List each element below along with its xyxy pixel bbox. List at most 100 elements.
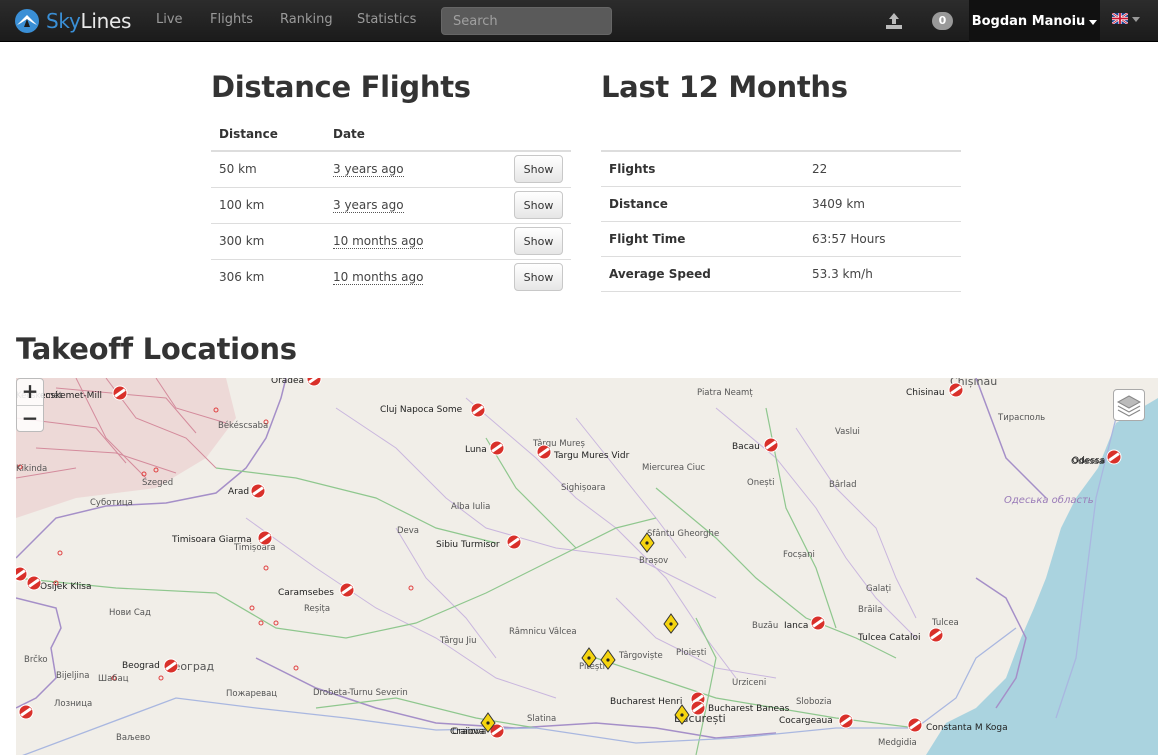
place-label: Tulcea bbox=[931, 618, 959, 628]
airport-label: Luna bbox=[465, 445, 487, 455]
date-cell: 10 months ago bbox=[325, 258, 474, 295]
notification-badge[interactable]: 0 bbox=[932, 12, 953, 30]
date-text: 3 years ago bbox=[333, 198, 404, 213]
place-label: Bârlad bbox=[829, 480, 857, 490]
search-input[interactable] bbox=[441, 7, 612, 35]
zoom-out-button[interactable]: − bbox=[17, 405, 43, 431]
place-label: Тирасполь bbox=[997, 413, 1045, 423]
stat-value: 63:57 Hours bbox=[804, 221, 961, 257]
date-cell: 3 years ago bbox=[325, 186, 474, 223]
action-cell: Show bbox=[473, 186, 571, 223]
zoom-in-button[interactable]: + bbox=[17, 379, 43, 405]
uk-flag-icon bbox=[1112, 13, 1128, 24]
place-label: Ploiești bbox=[676, 648, 706, 658]
place-label: Urziceni bbox=[732, 678, 766, 688]
glider-logo-icon bbox=[15, 9, 39, 33]
airport-label: Osijek Klisa bbox=[40, 582, 92, 592]
distance-cell: 100 km bbox=[211, 186, 325, 223]
place-label: Шабац bbox=[98, 674, 129, 684]
airport-label: Odessa bbox=[1072, 456, 1105, 466]
airport-label: Caramsebes bbox=[278, 588, 334, 598]
place-label: Onești bbox=[747, 478, 774, 488]
show-flight-button[interactable]: Show bbox=[514, 155, 563, 184]
airport-label: Tulcea Cataloi bbox=[857, 633, 921, 643]
table-row: 50 km 3 years ago Show bbox=[211, 151, 571, 187]
place-label: Vaslui bbox=[835, 427, 860, 437]
last-12-months-heading: Last 12 Months bbox=[601, 70, 848, 104]
chevron-down-icon bbox=[1132, 17, 1140, 22]
takeoff-marker-dot-icon bbox=[680, 713, 684, 717]
show-flight-button[interactable]: Show bbox=[514, 191, 563, 219]
stat-label: Flights bbox=[601, 150, 804, 187]
brand-name: SkyLines bbox=[46, 9, 132, 33]
stat-value: 22 bbox=[804, 150, 961, 187]
place-label: Buzău bbox=[752, 621, 778, 631]
table-row: Flight Time 63:57 Hours bbox=[601, 221, 961, 257]
layer-switcher-button[interactable] bbox=[1113, 389, 1145, 421]
show-flight-button[interactable]: Show bbox=[514, 227, 563, 255]
date-cell: 10 months ago bbox=[325, 222, 474, 259]
airport-label: Bacau bbox=[732, 442, 760, 452]
place-label: Sfântu Gheorghe bbox=[647, 529, 719, 539]
airport-label: Beograd bbox=[122, 661, 160, 671]
airport-label: Bucharest Henri bbox=[610, 697, 682, 707]
action-cell: Show bbox=[473, 151, 571, 187]
place-label: Békéscsaba bbox=[218, 420, 268, 431]
airport-label: Sibiu Turmisor bbox=[436, 540, 500, 550]
airport-label: Cluj Napoca Some bbox=[380, 405, 463, 415]
date-text: 10 months ago bbox=[333, 270, 424, 286]
place-label: Bijeljina bbox=[56, 671, 89, 681]
table-row: 100 km 3 years ago Show bbox=[211, 186, 571, 223]
place-label: Ваљево bbox=[116, 733, 150, 743]
place-label: Szeged bbox=[142, 478, 173, 488]
column-header-action bbox=[473, 117, 571, 152]
stat-value: 3409 km bbox=[804, 186, 961, 222]
takeoff-marker-dot-icon bbox=[669, 622, 673, 626]
place-label: Drobeta-Turnu Severin bbox=[313, 688, 408, 698]
place-label: Alba Iulia bbox=[451, 502, 490, 512]
place-label: Пожаревац bbox=[226, 689, 277, 699]
top-navbar: SkyLines Live Flights Ranking Statistics… bbox=[0, 0, 1158, 42]
show-flight-button[interactable]: Show bbox=[514, 263, 563, 292]
language-menu[interactable] bbox=[1112, 13, 1140, 24]
distance-flights-heading: Distance Flights bbox=[211, 70, 471, 104]
airport-label: Oradea bbox=[271, 378, 304, 386]
chevron-down-icon bbox=[1089, 19, 1098, 25]
place-label: Reșița bbox=[304, 604, 330, 614]
user-menu[interactable]: Bogdan Manoiu bbox=[969, 0, 1100, 42]
distance-cell: 300 km bbox=[211, 222, 325, 259]
sea-area bbox=[926, 398, 1158, 755]
place-label: Focșani bbox=[783, 550, 815, 560]
date-text: 10 months ago bbox=[333, 234, 424, 249]
column-header-distance: Distance bbox=[211, 117, 325, 152]
airport-label: Timisoara Giarma bbox=[171, 535, 252, 545]
takeoff-map[interactable]: Chișinău Piatra Neamț Тирасполь Târgu Mu… bbox=[16, 378, 1158, 755]
airport-label: Craiova bbox=[450, 727, 484, 737]
place-label: Kikinda bbox=[16, 464, 47, 474]
nav-ranking[interactable]: Ranking bbox=[280, 12, 333, 27]
distance-cell: 50 km bbox=[219, 162, 257, 177]
user-name: Bogdan Manoiu bbox=[971, 13, 1086, 29]
table-header-row: Distance Date bbox=[211, 117, 571, 152]
nav-live[interactable]: Live bbox=[156, 12, 183, 27]
place-label: Лозница bbox=[54, 699, 92, 709]
table-row: 306 km 10 months ago Show bbox=[211, 258, 571, 295]
brand-link[interactable]: SkyLines bbox=[14, 6, 131, 36]
place-label: Slatina bbox=[527, 714, 556, 724]
upload-icon[interactable] bbox=[884, 11, 904, 31]
column-header-date: Date bbox=[325, 117, 474, 152]
date-text: 3 years ago bbox=[333, 162, 404, 178]
nav-statistics[interactable]: Statistics bbox=[357, 12, 416, 27]
place-label: Deva bbox=[397, 526, 419, 536]
map-canvas: Chișinău Piatra Neamț Тирасполь Târgu Mu… bbox=[16, 378, 1158, 755]
action-cell: Show bbox=[473, 222, 571, 259]
nav-flights[interactable]: Flights bbox=[210, 12, 253, 27]
airport-label: Arad bbox=[228, 487, 249, 497]
place-label: Râmnicu Vâlcea bbox=[509, 627, 577, 637]
zoom-control: + − bbox=[16, 378, 44, 432]
place-label: Brașov bbox=[639, 556, 668, 566]
takeoff-marker-dot-icon bbox=[606, 658, 610, 662]
airport-label: Cocargeaua bbox=[779, 716, 833, 726]
stat-value: 53.3 km/h bbox=[804, 256, 961, 292]
place-label: Galați bbox=[866, 584, 891, 594]
